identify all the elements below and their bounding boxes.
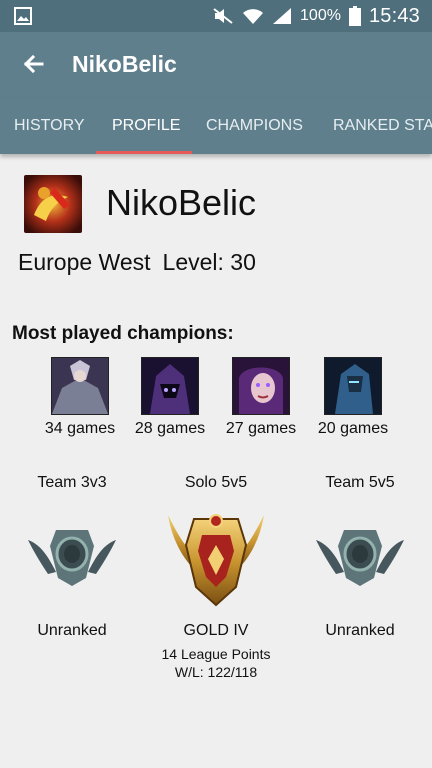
champion-item[interactable]: 34 games — [30, 357, 130, 438]
champion-item[interactable]: 20 games — [303, 357, 403, 438]
wifi-icon — [243, 9, 264, 24]
rank-tier: GOLD IV — [183, 622, 249, 639]
most-played-title: Most played champions: — [12, 323, 234, 344]
region-label: Europe West — [18, 249, 151, 275]
ranked-team3v3: Team 3v3 Unranked — [0, 474, 144, 640]
tab-history[interactable]: HISTORY — [14, 98, 85, 154]
queue-name: Solo 5v5 — [184, 474, 248, 491]
ranked-solo5v5: Solo 5v5 GOLD IV 14 League Points W/L: 1… — [144, 474, 288, 681]
tab-active-indicator — [96, 151, 192, 154]
region-level: Europe West Level: 30 — [18, 249, 256, 276]
champion-item[interactable]: 28 games — [120, 357, 220, 438]
tab-ranked-stats[interactable]: RANKED STATS — [333, 98, 432, 154]
battery-icon — [348, 6, 361, 26]
level-label: Level: 30 — [162, 249, 256, 275]
champion-item[interactable]: 27 games — [211, 357, 311, 438]
tab-champions[interactable]: CHAMPIONS — [206, 98, 303, 154]
unranked-emblem-icon — [0, 498, 144, 616]
unranked-emblem-icon — [288, 498, 432, 616]
champion-portrait — [232, 357, 290, 415]
gold-emblem-icon — [144, 498, 288, 616]
gallery-notification-icon — [14, 7, 32, 25]
champion-games: 20 games — [317, 420, 389, 437]
back-arrow-icon[interactable] — [18, 48, 50, 80]
status-indicators: 100% 15:43 — [212, 4, 420, 28]
champion-portrait — [51, 357, 109, 415]
summoner-profile-icon — [24, 175, 82, 233]
rank-tier: Unranked — [325, 622, 395, 639]
status-bar: 100% 15:43 — [0, 0, 432, 32]
status-clock: 15:43 — [368, 4, 420, 27]
league-points: 14 League Points — [161, 646, 271, 662]
tab-profile[interactable]: PROFILE — [112, 98, 180, 154]
champion-games: 27 games — [225, 420, 297, 437]
queue-name: Team 5v5 — [325, 474, 395, 491]
champion-games: 28 games — [134, 420, 206, 437]
queue-name: Team 3v3 — [37, 474, 107, 491]
ranked-team5v5: Team 5v5 Unranked — [288, 474, 432, 640]
app-toolbar: NikoBelic — [0, 32, 432, 98]
champion-portrait — [141, 357, 199, 415]
battery-percentage: 100% — [300, 7, 341, 24]
champion-portrait — [324, 357, 382, 415]
rank-tier: Unranked — [37, 622, 107, 639]
tab-bar: HISTORY PROFILE CHAMPIONS RANKED STATS — [0, 98, 432, 154]
champion-games: 34 games — [44, 420, 116, 437]
summoner-name: NikoBelic — [106, 182, 257, 223]
win-loss: W/L: 122/118 — [174, 664, 258, 680]
toolbar-title: NikoBelic — [72, 51, 177, 77]
signal-icon — [273, 8, 292, 24]
mute-icon — [213, 8, 233, 24]
